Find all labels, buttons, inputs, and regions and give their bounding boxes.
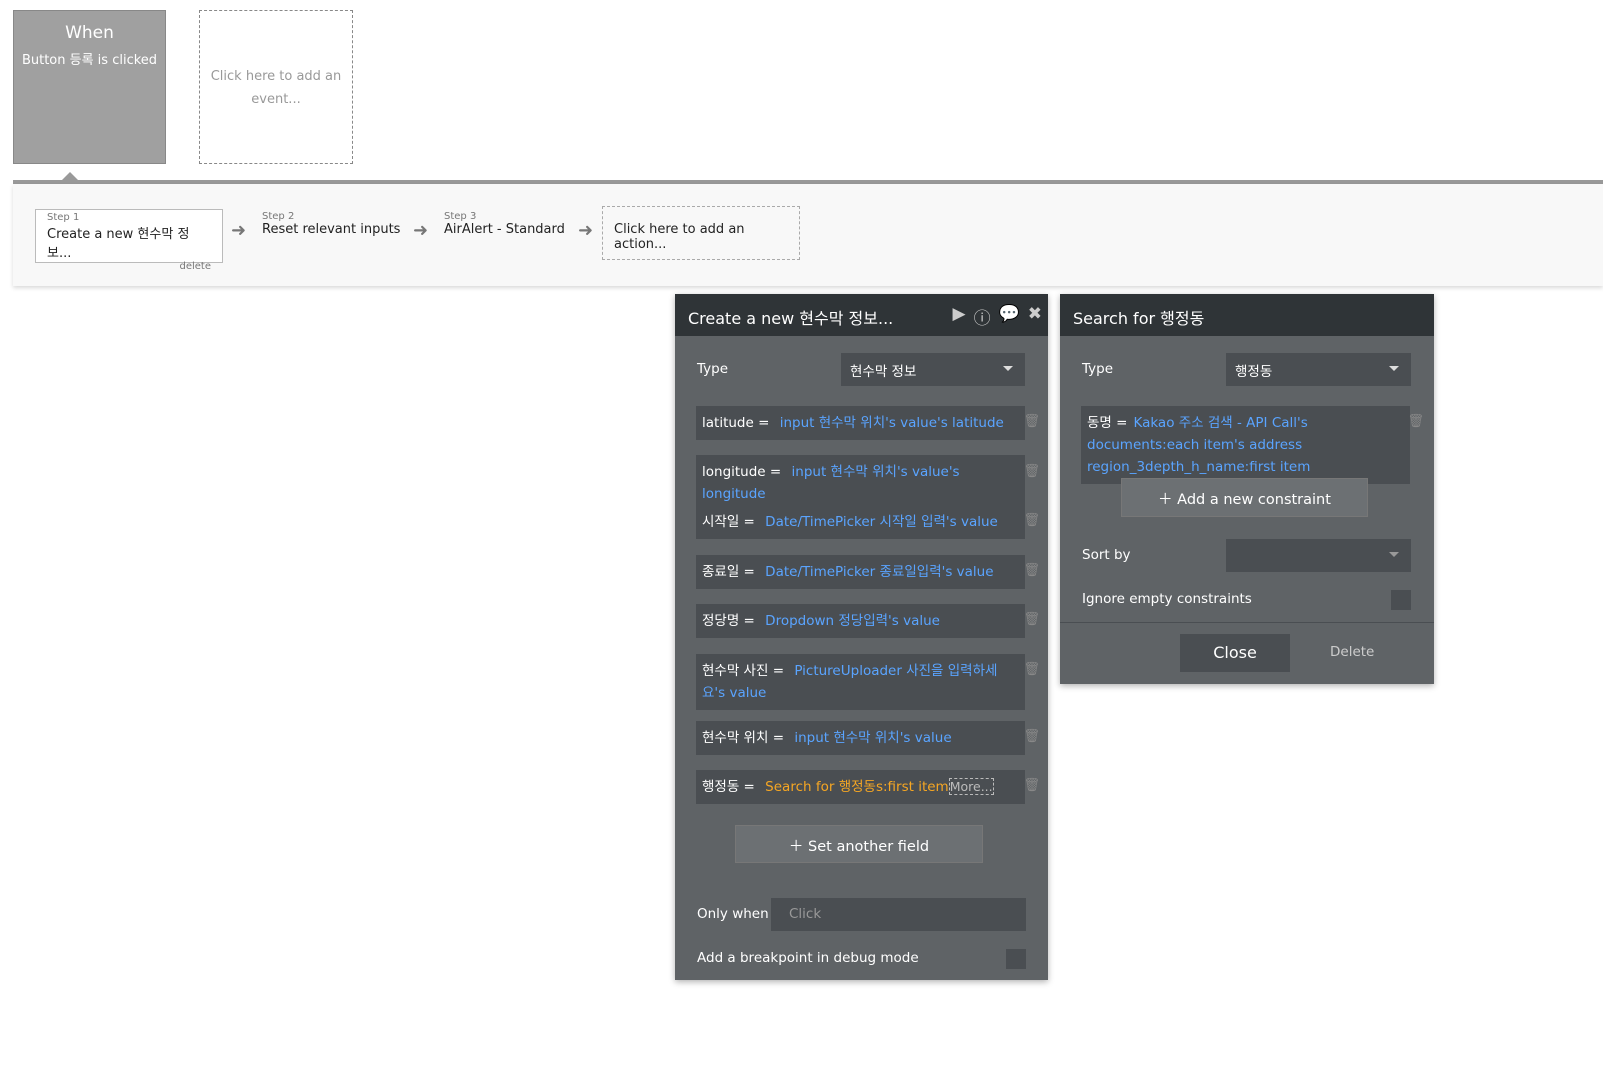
close-icon[interactable]: ✖ — [1028, 304, 1042, 329]
only-when-label: Only when — [697, 906, 769, 922]
chevron-down-icon — [1389, 366, 1399, 371]
button-label: Add a new constraint — [1177, 492, 1331, 508]
chevron-down-icon — [1003, 366, 1013, 371]
arrow-right-icon: ➜ — [413, 220, 429, 241]
type-value: 행정동 — [1235, 364, 1273, 380]
step-2[interactable]: Step 2 Reset relevant inputs — [262, 211, 400, 237]
event-card[interactable]: When Button 등록 is clicked — [13, 10, 166, 164]
step-label: Create a new 현수막 정보... — [47, 227, 190, 261]
field-value[interactable]: input 현수막 위치's value — [794, 730, 951, 746]
event-title: When — [65, 23, 114, 43]
ignore-empty-label: Ignore empty constraints — [1082, 591, 1252, 607]
more-button[interactable]: More... — [948, 778, 994, 795]
type-value: 현수막 정보 — [850, 364, 917, 380]
step-number: Step 2 — [262, 211, 295, 222]
trash-icon[interactable]: 🗑 — [1023, 778, 1040, 793]
steps-bar: Step 1 Create a new 현수막 정보... delete ➜ S… — [13, 184, 1603, 286]
trash-icon[interactable]: 🗑 — [1023, 414, 1040, 429]
set-another-field-button[interactable]: ＋ Set another field — [735, 825, 983, 863]
field-value[interactable]: Date/TimePicker 종료일입력's value — [765, 564, 993, 580]
sort-by-label: Sort by — [1082, 547, 1131, 563]
field-key: 종료일 — [702, 564, 740, 580]
breakpoint-label: Add a breakpoint in debug mode — [697, 950, 919, 966]
only-when-input[interactable]: Click — [771, 898, 1026, 931]
field-key: 정당명 — [702, 613, 740, 629]
event-trigger: Button 등록 is clicked — [21, 53, 158, 68]
step-delete-link[interactable]: delete — [47, 261, 211, 272]
trash-icon[interactable]: 🗑 — [1023, 464, 1040, 479]
play-icon[interactable]: ▶ — [953, 304, 966, 329]
arrow-right-icon: ➜ — [578, 220, 594, 241]
plus-icon: ＋ — [788, 839, 809, 855]
panel-title: Create a new 현수막 정보... — [688, 309, 894, 328]
constraint-key: 동명 = — [1087, 415, 1128, 431]
arrow-right-icon: ➜ — [231, 220, 247, 241]
step-number: Step 3 — [444, 211, 477, 222]
type-label: Type — [697, 361, 729, 377]
add-action-button[interactable]: Click here to add an action... — [602, 206, 800, 260]
trash-icon[interactable]: 🗑 — [1407, 414, 1424, 429]
field-row[interactable]: 종료일 = Date/TimePicker 종료일입력's value — [696, 555, 1025, 589]
field-row[interactable]: 현수막 위치 = input 현수막 위치's value — [696, 721, 1025, 755]
field-key: latitude — [702, 415, 754, 431]
panel-title: Search for 행정동 — [1073, 309, 1205, 328]
create-thing-panel: Create a new 현수막 정보... ▶ ⓘ 💬 ✖ Type 현수막 정보 … — [675, 294, 1048, 980]
step-label: AirAlert - Standard — [444, 222, 565, 237]
field-value[interactable]: Date/TimePicker 시작일 입력's value — [765, 514, 998, 530]
add-event-button[interactable]: Click here to add an event... — [199, 10, 353, 164]
field-row[interactable]: longitude = input 현수막 위치's value's longi… — [696, 455, 1025, 511]
step-number: Step 1 — [47, 212, 80, 223]
step-1[interactable]: Step 1 Create a new 현수막 정보... delete — [35, 209, 223, 272]
trash-icon[interactable]: 🗑 — [1023, 729, 1040, 744]
divider — [1060, 622, 1434, 623]
field-key: longitude — [702, 464, 766, 480]
trash-icon[interactable]: 🗑 — [1023, 612, 1040, 627]
add-constraint-button[interactable]: ＋ Add a new constraint — [1121, 478, 1368, 517]
trash-icon[interactable]: 🗑 — [1023, 662, 1040, 677]
chevron-down-icon — [1389, 552, 1399, 557]
field-key: 시작일 — [702, 514, 740, 530]
close-button[interactable]: Close — [1180, 634, 1290, 672]
sort-by-dropdown[interactable] — [1226, 539, 1411, 572]
step-label: Reset relevant inputs — [262, 222, 401, 237]
delete-button[interactable]: Delete — [1330, 644, 1374, 660]
type-dropdown[interactable]: 현수막 정보 — [841, 353, 1025, 386]
field-row[interactable]: 행정동 = Search for 행정동s:first itemMore... — [696, 770, 1025, 804]
field-key: 현수막 위치 — [702, 730, 769, 746]
search-panel: Search for 행정동 Type 행정동 동명 = Kakao 주소 검색 … — [1060, 294, 1434, 684]
trash-icon[interactable]: 🗑 — [1023, 513, 1040, 528]
button-label: Set another field — [808, 839, 930, 855]
field-row[interactable]: 시작일 = Date/TimePicker 시작일 입력's value — [696, 505, 1025, 539]
plus-icon: ＋ — [1158, 492, 1178, 508]
info-icon[interactable]: ⓘ — [974, 304, 991, 329]
field-row[interactable]: 현수막 사진 = PictureUploader 사진을 입력하세요's val… — [696, 654, 1025, 710]
field-key: 행정동 — [702, 779, 740, 795]
field-value[interactable]: Dropdown 정당입력's value — [765, 613, 940, 629]
trash-icon[interactable]: 🗑 — [1023, 563, 1040, 578]
step-3[interactable]: Step 3 AirAlert - Standard — [444, 211, 565, 237]
selected-indicator — [62, 172, 78, 180]
field-row[interactable]: latitude = input 현수막 위치's value's latitu… — [696, 406, 1025, 440]
ignore-empty-checkbox[interactable] — [1391, 590, 1411, 610]
comment-icon[interactable]: 💬 — [999, 304, 1020, 329]
constraint-row[interactable]: 동명 = Kakao 주소 검색 - API Call's documents:e… — [1081, 406, 1410, 484]
type-dropdown[interactable]: 행정동 — [1226, 353, 1411, 386]
field-row[interactable]: 정당명 = Dropdown 정당입력's value — [696, 604, 1025, 638]
type-label: Type — [1082, 361, 1114, 377]
field-key: 현수막 사진 — [702, 663, 769, 679]
breakpoint-checkbox[interactable] — [1006, 949, 1026, 969]
field-value[interactable]: Search for 행정동s:first item — [765, 779, 949, 795]
field-value[interactable]: input 현수막 위치's value's latitude — [780, 415, 1004, 431]
